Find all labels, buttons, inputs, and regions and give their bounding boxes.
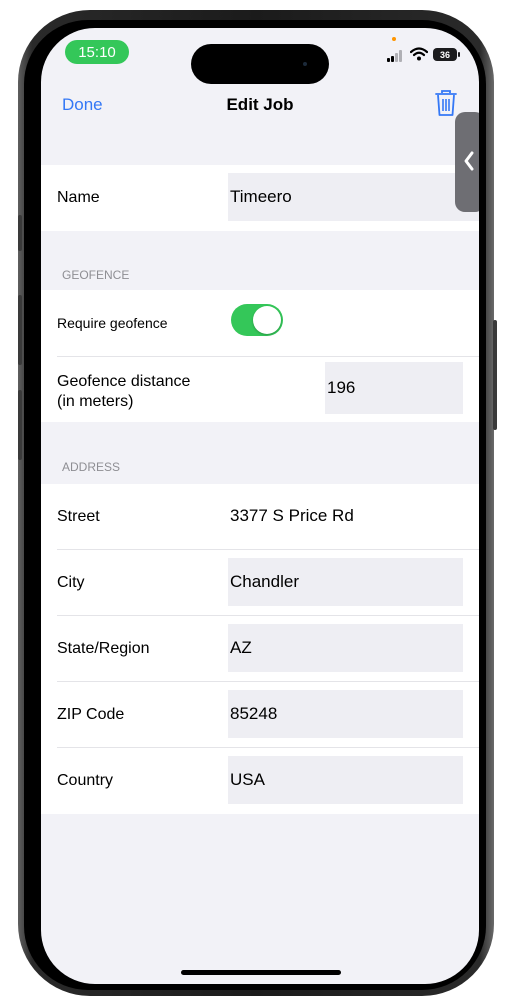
home-indicator[interactable]	[181, 970, 341, 975]
wifi-icon	[410, 47, 428, 61]
address-section: Street 3377 S Price Rd City Chandler Sta…	[41, 484, 479, 814]
volume-down-button	[18, 390, 22, 460]
state-region-label: State/Region	[57, 640, 150, 657]
done-button[interactable]: Done	[62, 95, 103, 115]
row-separator	[57, 356, 479, 357]
city-label: City	[57, 574, 85, 591]
geofence-distance-label-line2: (in meters)	[57, 393, 134, 410]
battery-icon: 36	[433, 48, 460, 61]
geofence-distance-input[interactable]: 196	[325, 362, 463, 414]
dynamic-island	[191, 44, 329, 84]
power-button	[493, 320, 497, 430]
screen: 15:10 36 Edit Job Done Name Timeero GEOF…	[41, 28, 479, 984]
trash-icon[interactable]	[434, 89, 458, 117]
geofence-section-header: GEOFENCE	[62, 268, 130, 282]
address-section-header: ADDRESS	[62, 460, 121, 474]
camera-dot	[303, 62, 307, 66]
chevron-left-icon	[464, 151, 474, 171]
signal-icon	[387, 50, 403, 62]
name-row: Name Timeero	[41, 165, 479, 231]
state-region-input[interactable]: AZ	[228, 624, 463, 672]
street-label: Street	[57, 508, 100, 525]
row-separator	[57, 681, 479, 682]
page-title: Edit Job	[226, 95, 294, 114]
require-geofence-label: Require geofence	[57, 315, 168, 331]
navigation-bar: Edit Job Done	[41, 83, 479, 127]
row-separator	[57, 747, 479, 748]
name-label: Name	[57, 189, 100, 206]
street-input[interactable]: 3377 S Price Rd	[228, 492, 463, 540]
geofence-distance-label: Geofence distance (in meters)	[57, 372, 190, 412]
geofence-section: Require geofence Geofence distance (in m…	[41, 290, 479, 422]
country-label: Country	[57, 772, 114, 789]
city-input[interactable]: Chandler	[228, 558, 463, 606]
silent-switch	[18, 215, 22, 251]
row-separator	[57, 615, 479, 616]
status-bar: 15:10 36	[41, 28, 479, 84]
zip-code-input[interactable]: 85248	[228, 690, 463, 738]
zip-code-label: ZIP Code	[57, 706, 125, 723]
row-separator	[57, 549, 479, 550]
privacy-indicator	[392, 37, 396, 41]
toggle-knob	[253, 306, 281, 334]
side-panel-handle[interactable]	[455, 112, 479, 212]
volume-up-button	[18, 295, 22, 365]
geofence-distance-label-line1: Geofence distance	[57, 373, 191, 390]
country-input[interactable]: USA	[228, 756, 463, 804]
status-time: 15:10	[65, 40, 129, 64]
name-input[interactable]: Timeero	[228, 173, 479, 221]
require-geofence-toggle[interactable]	[231, 304, 283, 336]
